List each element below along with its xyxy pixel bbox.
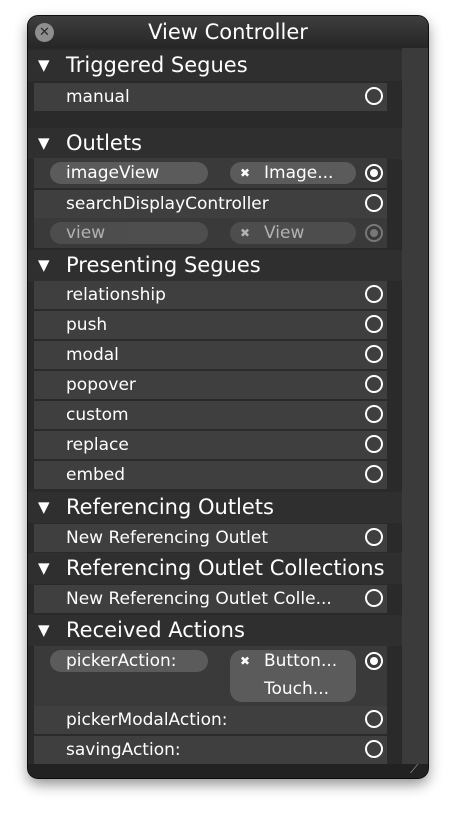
- list-item: savingAction:: [34, 736, 387, 764]
- list-item: pickerModalAction:: [34, 706, 387, 734]
- disconnect-icon[interactable]: ✖: [240, 162, 250, 184]
- window-title: View Controller: [148, 20, 308, 44]
- title-bar: ✕ View Controller: [28, 16, 428, 48]
- list-item: view ✖ View: [34, 218, 387, 248]
- outlet-source-pill: imageView: [50, 162, 208, 184]
- outlet-target-pill[interactable]: ✖ Image...: [230, 162, 356, 184]
- connections-inspector-panel: ✕ View Controller ▼ Triggered Segues man…: [28, 16, 428, 778]
- list-item: replace: [34, 431, 387, 459]
- scrollbar-track[interactable]: [402, 48, 428, 764]
- disclosure-triangle-icon[interactable]: ▼: [38, 615, 50, 646]
- connection-circle[interactable]: [365, 465, 383, 483]
- connection-circle[interactable]: [365, 285, 383, 303]
- connection-circle[interactable]: [365, 435, 383, 453]
- list-item: popover: [34, 371, 387, 399]
- disclosure-triangle-icon[interactable]: ▼: [38, 128, 50, 159]
- section-header-received-actions[interactable]: ▼ Received Actions: [28, 615, 402, 646]
- list-item: pickerAction: ✖ Button... Touch...: [34, 646, 387, 706]
- connection-circle[interactable]: [365, 528, 383, 546]
- action-target-pill[interactable]: ✖ Button... Touch...: [230, 650, 356, 702]
- disclosure-triangle-icon[interactable]: ▼: [38, 250, 50, 281]
- connection-circle[interactable]: [365, 164, 383, 182]
- section-header-outlets[interactable]: ▼ Outlets: [28, 128, 402, 159]
- connection-circle[interactable]: [365, 405, 383, 423]
- section-header-triggered-segues[interactable]: ▼ Triggered Segues: [28, 50, 402, 81]
- connection-circle[interactable]: [365, 740, 383, 758]
- connection-circle[interactable]: [365, 87, 383, 105]
- list-item: embed: [34, 461, 387, 489]
- bottom-bar: ⟋: [28, 762, 428, 778]
- list-item: New Referencing Outlet: [34, 524, 387, 552]
- list-item: imageView ✖ Image...: [34, 158, 387, 188]
- resize-grip-icon[interactable]: ⟋: [410, 762, 424, 776]
- connection-circle[interactable]: [365, 589, 383, 607]
- connection-circle[interactable]: [365, 345, 383, 363]
- section-header-presenting-segues[interactable]: ▼ Presenting Segues: [28, 250, 402, 281]
- list-item: searchDisplayController: [34, 190, 387, 218]
- list-item: modal: [34, 341, 387, 369]
- disclosure-triangle-icon[interactable]: ▼: [38, 492, 50, 523]
- list-item: New Referencing Outlet Colle...: [34, 585, 387, 613]
- list-item: manual: [34, 83, 387, 111]
- disclosure-triangle-icon[interactable]: ▼: [38, 553, 50, 584]
- connection-circle[interactable]: [365, 315, 383, 333]
- connection-circle[interactable]: [365, 652, 383, 670]
- disclosure-triangle-icon[interactable]: ▼: [38, 50, 50, 81]
- list-item: relationship: [34, 281, 387, 309]
- close-button[interactable]: ✕: [35, 23, 54, 42]
- connection-circle[interactable]: [365, 710, 383, 728]
- connection-circle[interactable]: [365, 194, 383, 212]
- connection-circle[interactable]: [365, 375, 383, 393]
- disconnect-icon[interactable]: ✖: [240, 222, 250, 244]
- list-item: custom: [34, 401, 387, 429]
- section-header-referencing-outlets[interactable]: ▼ Referencing Outlets: [28, 492, 402, 523]
- section-header-referencing-outlet-collections[interactable]: ▼ Referencing Outlet Collections: [28, 553, 402, 584]
- list-item: push: [34, 311, 387, 339]
- outlet-source-pill: view: [50, 222, 208, 244]
- disconnect-icon[interactable]: ✖: [240, 650, 250, 672]
- close-icon: ✕: [39, 25, 50, 40]
- action-source-pill: pickerAction:: [50, 650, 208, 672]
- outlet-target-pill[interactable]: ✖ View: [230, 222, 356, 244]
- connection-circle[interactable]: [365, 224, 383, 242]
